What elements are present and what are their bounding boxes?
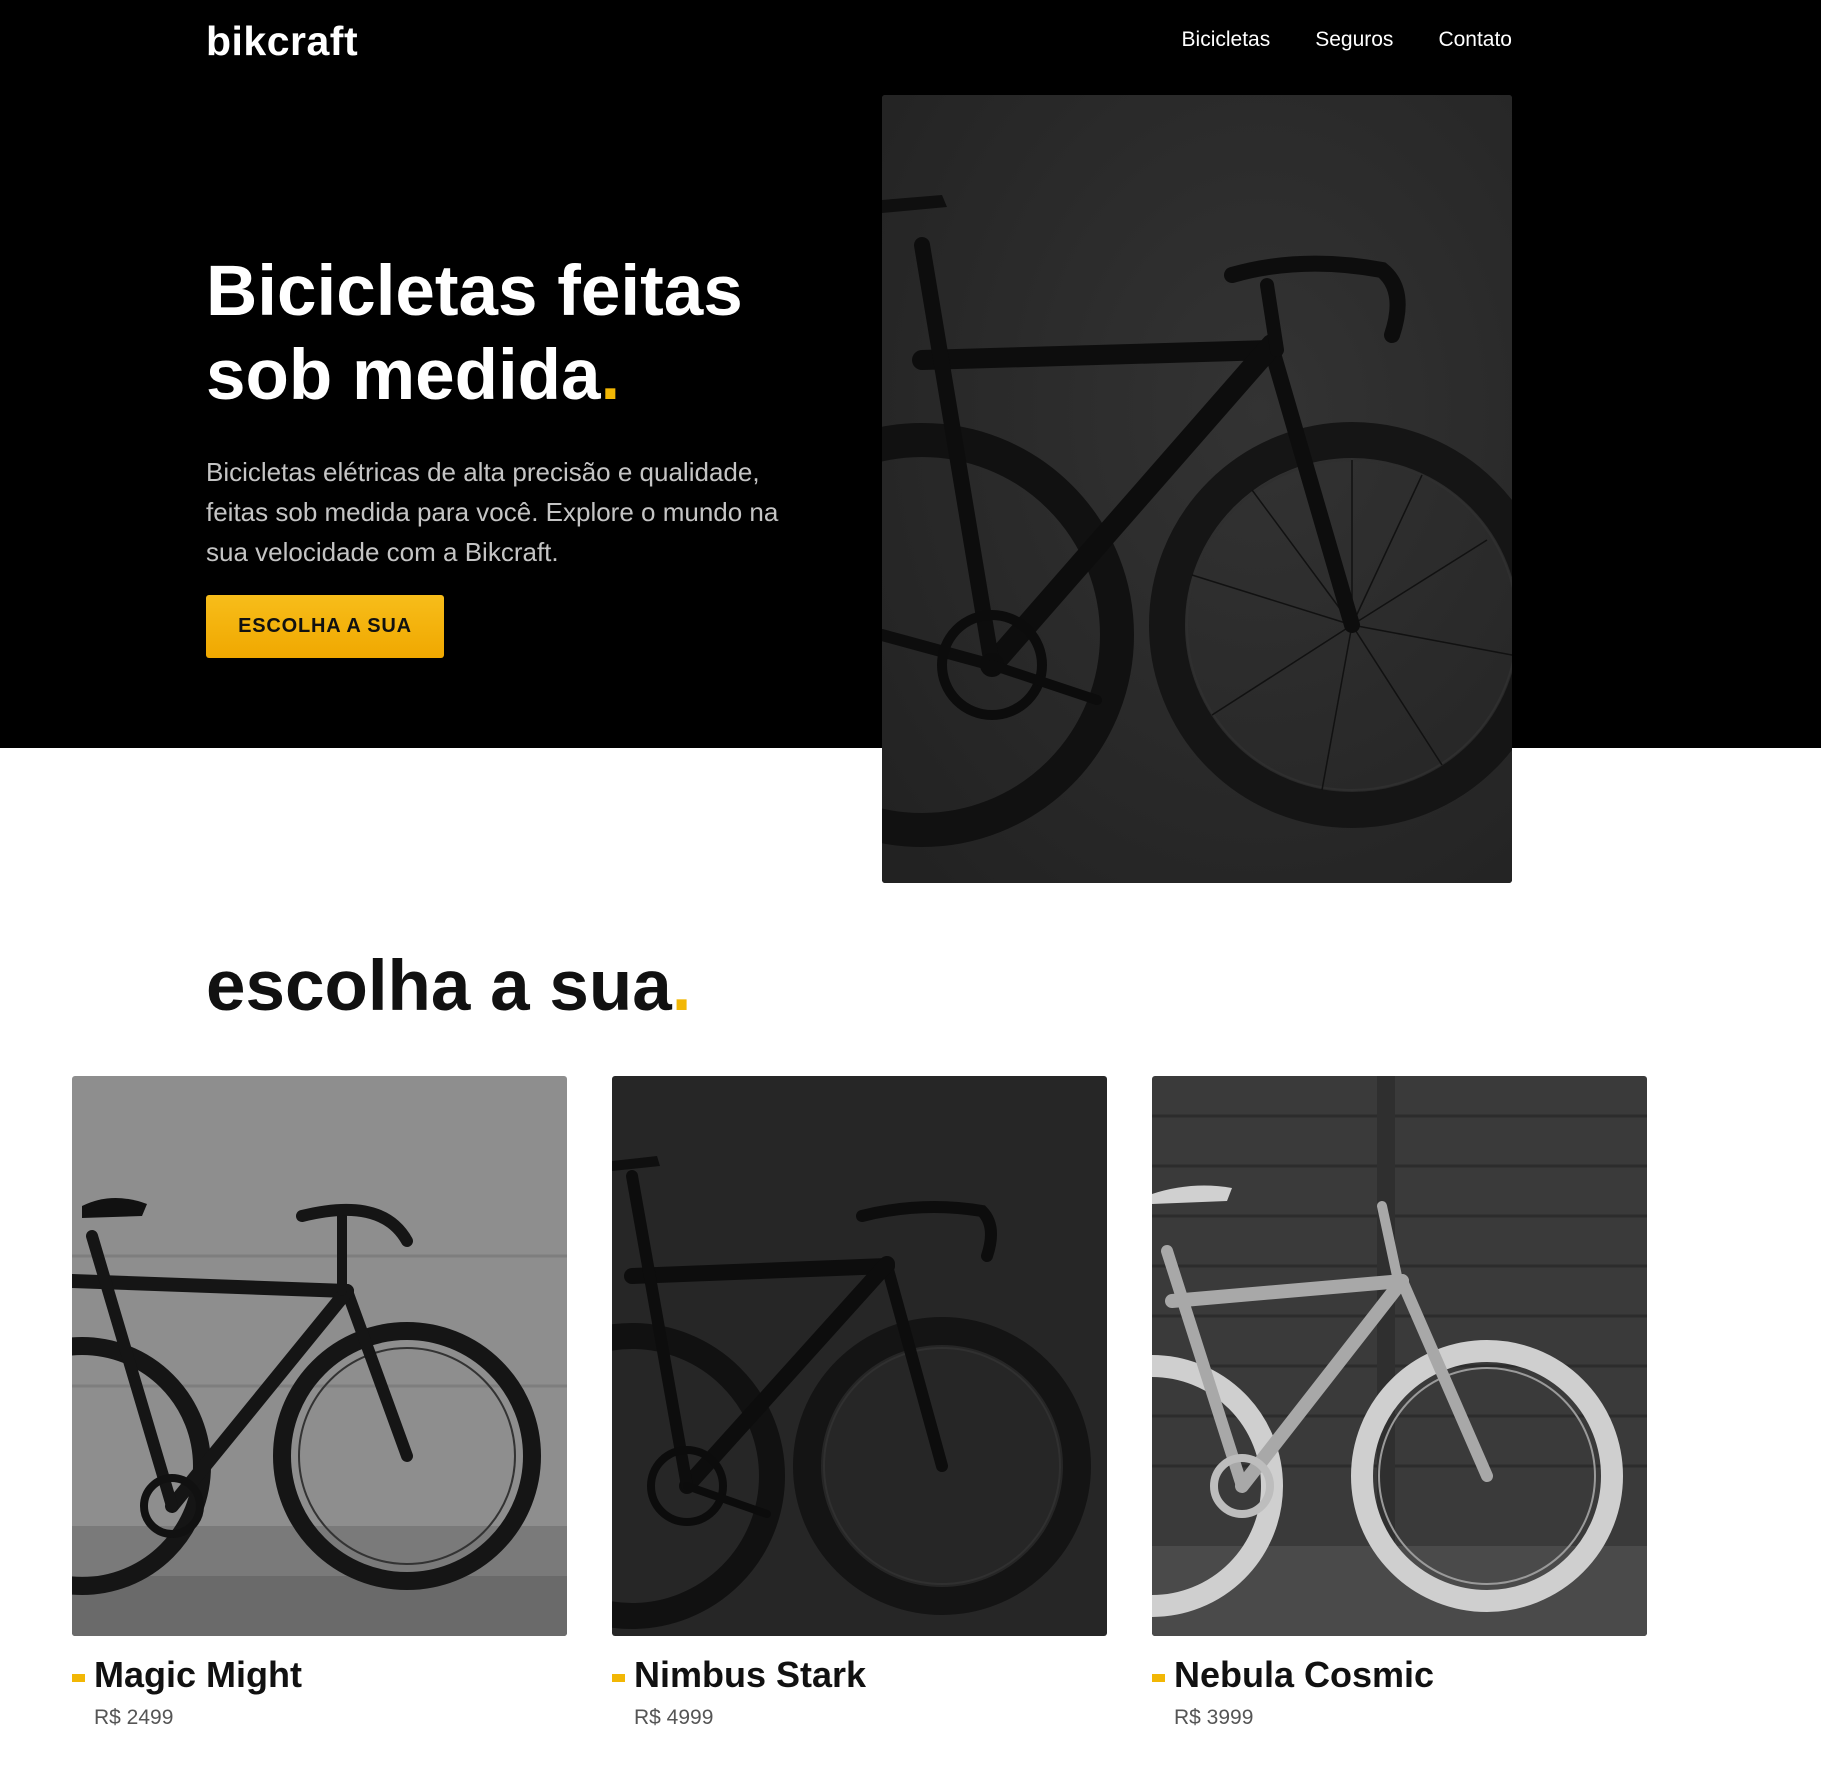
section-title-dot: . <box>671 947 692 1026</box>
product-name[interactable]: Nimbus Stark <box>634 1654 866 1696</box>
section-title: escolha a sua. <box>206 945 691 1029</box>
logo[interactable]: bikcraft <box>206 18 358 65</box>
product-photo[interactable] <box>72 1076 567 1636</box>
product-name[interactable]: Magic Might <box>94 1654 302 1696</box>
nav-link-contato[interactable]: Contato <box>1438 28 1512 52</box>
product-price: R$ 3999 <box>1174 1706 1254 1729</box>
product-price: R$ 2499 <box>94 1706 174 1729</box>
title-marker <box>612 1674 625 1682</box>
hero-title-text: Bicicletas feitas sob medida <box>206 252 743 415</box>
road-bike-image <box>882 95 1512 883</box>
bike-photo-road-black-icon <box>612 1076 1107 1636</box>
hero-title-dot: . <box>600 336 621 415</box>
product-card-magic-might[interactable]: Magic Might R$ 2499 <box>72 1076 567 1729</box>
choose-yours-button[interactable]: ESCOLHA A SUA <box>206 595 444 658</box>
product-name[interactable]: Nebula Cosmic <box>1174 1654 1434 1696</box>
hero-description: Bicicletas elétricas de alta precisão e … <box>206 457 779 567</box>
title-marker <box>72 1674 85 1682</box>
hero-bike-photo <box>882 95 1512 883</box>
product-photo[interactable] <box>1152 1076 1647 1636</box>
product-card-nimbus-stark[interactable]: Nimbus Stark R$ 4999 <box>612 1076 1107 1729</box>
product-price: R$ 4999 <box>634 1706 714 1729</box>
hero-title: Bicicletas feitas sob medida. <box>206 250 806 418</box>
product-card-nebula-cosmic[interactable]: Nebula Cosmic R$ 3999 <box>1152 1076 1647 1729</box>
bike-photo-fixie-grey-icon <box>1152 1076 1647 1636</box>
product-photo[interactable] <box>612 1076 1107 1636</box>
nav-link-bicicletas[interactable]: Bicicletas <box>1182 28 1271 52</box>
bike-photo-fixie-black-icon <box>72 1076 567 1636</box>
title-marker <box>1152 1674 1165 1682</box>
nav-link-seguros[interactable]: Seguros <box>1315 28 1393 52</box>
main-nav: Bicicletas Seguros Contato <box>1182 28 1512 52</box>
section-title-text: escolha a sua <box>206 947 672 1026</box>
